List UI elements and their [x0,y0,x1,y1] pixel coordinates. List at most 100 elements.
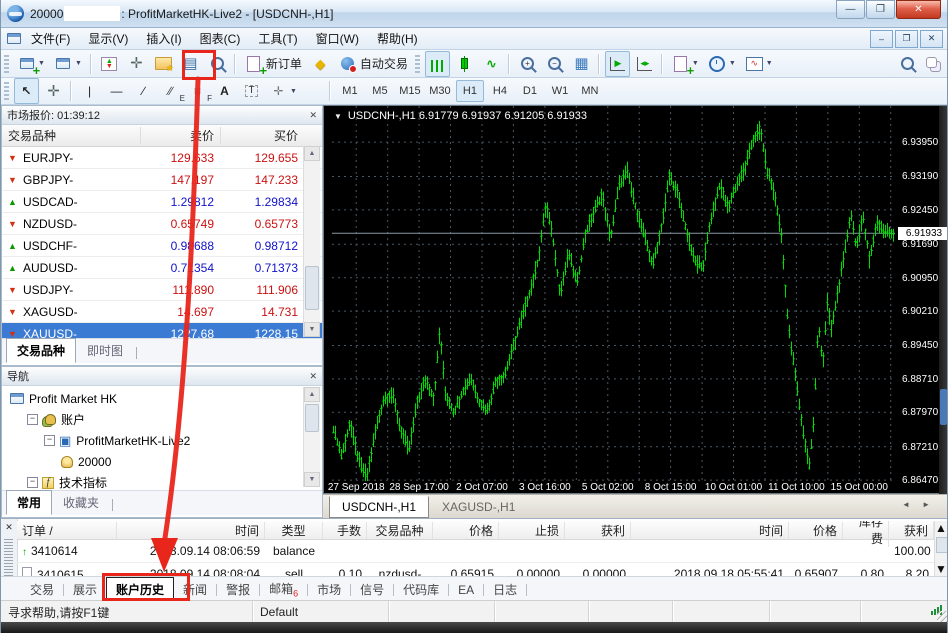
terminal-column-2[interactable]: 类型 [265,522,323,539]
restore-button[interactable]: ❐ [866,0,895,19]
menu-item-2[interactable]: 插入(I) [137,28,190,49]
scroll-up-icon[interactable]: ▲ [935,521,948,535]
navigator-tab-0[interactable]: 常用 [6,490,52,515]
profiles-button[interactable]: ▼ [51,51,86,77]
menu-item-3[interactable]: 图表(C) [191,28,250,49]
scroll-up-icon[interactable]: ▲ [304,387,320,402]
timeframe-button-mn[interactable]: MN [576,80,604,102]
tile-windows-button[interactable]: ▦ [569,51,594,77]
menu-item-1[interactable]: 显示(V) [79,28,137,49]
bar-chart-button[interactable] [425,51,450,77]
terminal-tab-6[interactable]: 市场 [308,578,350,601]
terminal-column-7[interactable]: 获利 [565,522,631,539]
zoom-out-button[interactable]: − [542,51,567,77]
terminal-column-5[interactable]: 价格 [433,522,499,539]
market-watch-row[interactable]: ▲AUDUSD-0.713540.71373 [2,257,322,279]
terminal-tab-8[interactable]: 代码库 [394,578,448,601]
terminal-tab-3[interactable]: 新闻 [174,578,216,601]
navigator-tree-item-2[interactable]: −▣ProfitMarketHK-Live2 [2,430,322,451]
toolbar-grip[interactable] [4,82,9,100]
terminal-column-10[interactable]: 库存费 [843,521,889,547]
terminal-column-11[interactable]: 获利 [889,522,934,539]
candlestick-button[interactable] [452,51,477,77]
label-button[interactable]: T [239,78,264,104]
shapes-button[interactable]: ✛▼ [266,78,301,104]
child-minimize-button[interactable]: – [870,30,893,48]
market-watch-tab-0[interactable]: 交易品种 [6,338,76,363]
terminal-row[interactable]: ↑34106142018.09.14 08:06:59balanceDEPOSI… [17,540,935,563]
tree-expander-icon[interactable]: − [27,477,38,488]
terminal-column-4[interactable]: 交易品种 [367,522,433,539]
auto-scroll-button[interactable]: ▶ [605,51,630,77]
tree-expander-icon[interactable]: − [27,414,38,425]
navigator-button[interactable] [151,51,176,77]
child-close-button[interactable]: ✕ [920,30,943,48]
scroll-up-icon[interactable]: ▲ [304,146,320,161]
terminal-tab-2[interactable]: 账户历史 [106,577,174,602]
scroll-down-icon[interactable]: ▼ [304,472,320,487]
text-button[interactable]: A [212,78,237,104]
market-watch-row[interactable]: ▲USDCHF-0.986880.98712 [2,235,322,257]
market-watch-column-2[interactable]: 买价 [220,127,304,144]
search-button[interactable] [895,51,920,77]
timeframe-button-h1[interactable]: H1 [456,80,484,102]
market-watch-close-icon[interactable]: ✕ [309,110,317,121]
hline-button[interactable]: — [104,78,129,104]
trendline-button[interactable]: ∕ [131,78,156,104]
minimize-button[interactable]: — [836,0,865,19]
cursor-button[interactable]: ↖ [14,78,39,104]
chart-window[interactable]: ▼ USDCNH-,H1 6.91779 6.91937 6.91205 6.9… [323,105,948,494]
market-watch-row[interactable]: ▼USDJPY-111.890111.906 [2,279,322,301]
menu-item-5[interactable]: 窗口(W) [307,28,368,49]
scroll-down-icon[interactable]: ▼ [304,322,320,337]
tree-expander-icon[interactable]: − [44,435,55,446]
terminal-grip[interactable] [4,539,13,579]
navigator-tree-item-0[interactable]: Profit Market HK [2,388,322,409]
menu-item-6[interactable]: 帮助(H) [368,28,427,49]
market-watch-row[interactable]: ▼XAGUSD-14.69714.731 [2,301,322,323]
timeframe-button-h4[interactable]: H4 [486,80,514,102]
navigator-close-icon[interactable]: ✕ [309,371,317,382]
strategy-tester-button[interactable] [205,51,230,77]
market-watch-scrollbar[interactable]: ▲ ▼ [303,146,320,337]
zoom-in-button[interactable]: + [515,51,540,77]
menu-item-4[interactable]: 工具(T) [249,28,306,49]
metaeditor-button[interactable]: ◆ [308,51,333,77]
periods-button[interactable]: ▼ [705,51,740,77]
timeframe-button-m15[interactable]: M15 [396,80,424,102]
fibonacci-button[interactable]: ≡F [185,78,210,104]
crosshair-button[interactable]: ✛ [41,78,66,104]
timeframe-button-m1[interactable]: M1 [336,80,364,102]
terminal-tab-7[interactable]: 信号 [351,578,393,601]
chart-tab-1[interactable]: XAGUSD-,H1 [429,496,528,518]
timeframe-button-m5[interactable]: M5 [366,80,394,102]
terminal-column-9[interactable]: 价格 [789,522,843,539]
toolbar-grip[interactable] [415,55,420,73]
terminal-tab-5[interactable]: 邮箱6 [260,577,307,601]
templates-button[interactable]: ∿▼ [742,51,777,77]
terminal-scrollbar[interactable]: ▲ ▼ [934,521,948,576]
navigator-tree-item-1[interactable]: −账户 [2,409,322,430]
terminal-button[interactable]: ▤ [178,51,203,77]
navigator-scrollbar[interactable]: ▲ ▼ [303,387,320,487]
scroll-down-icon[interactable]: ▼ [935,562,948,576]
terminal-tab-4[interactable]: 警报 [217,578,259,601]
price-chart-svg[interactable] [332,106,895,481]
timeframe-button-m30[interactable]: M30 [426,80,454,102]
chart-tab-0[interactable]: USDCNH-,H1 [329,496,429,518]
terminal-tab-1[interactable]: 展示 [64,578,106,601]
resize-grip[interactable] [937,611,948,622]
status-profile[interactable]: Default [253,601,389,623]
autotrading-button[interactable]: 自动交易 [335,51,412,77]
indicators-button[interactable]: +▼ [668,51,703,77]
child-restore-button[interactable]: ❐ [895,30,918,48]
chat-button[interactable] [922,51,947,77]
terminal-column-3[interactable]: 手数 [323,522,367,539]
chart-vertical-scrollbar[interactable] [939,106,948,495]
market-watch-row[interactable]: ▼NZDUSD-0.657490.65773 [2,213,322,235]
market-watch-button[interactable]: ▲▼ [97,51,122,77]
market-watch-row[interactable]: ▲USDCAD-1.298121.29834 [2,191,322,213]
timeframe-button-w1[interactable]: W1 [546,80,574,102]
navigator-tab-1[interactable]: 收藏夹 [52,490,110,515]
new-order-button[interactable]: +新订单 [241,51,306,77]
